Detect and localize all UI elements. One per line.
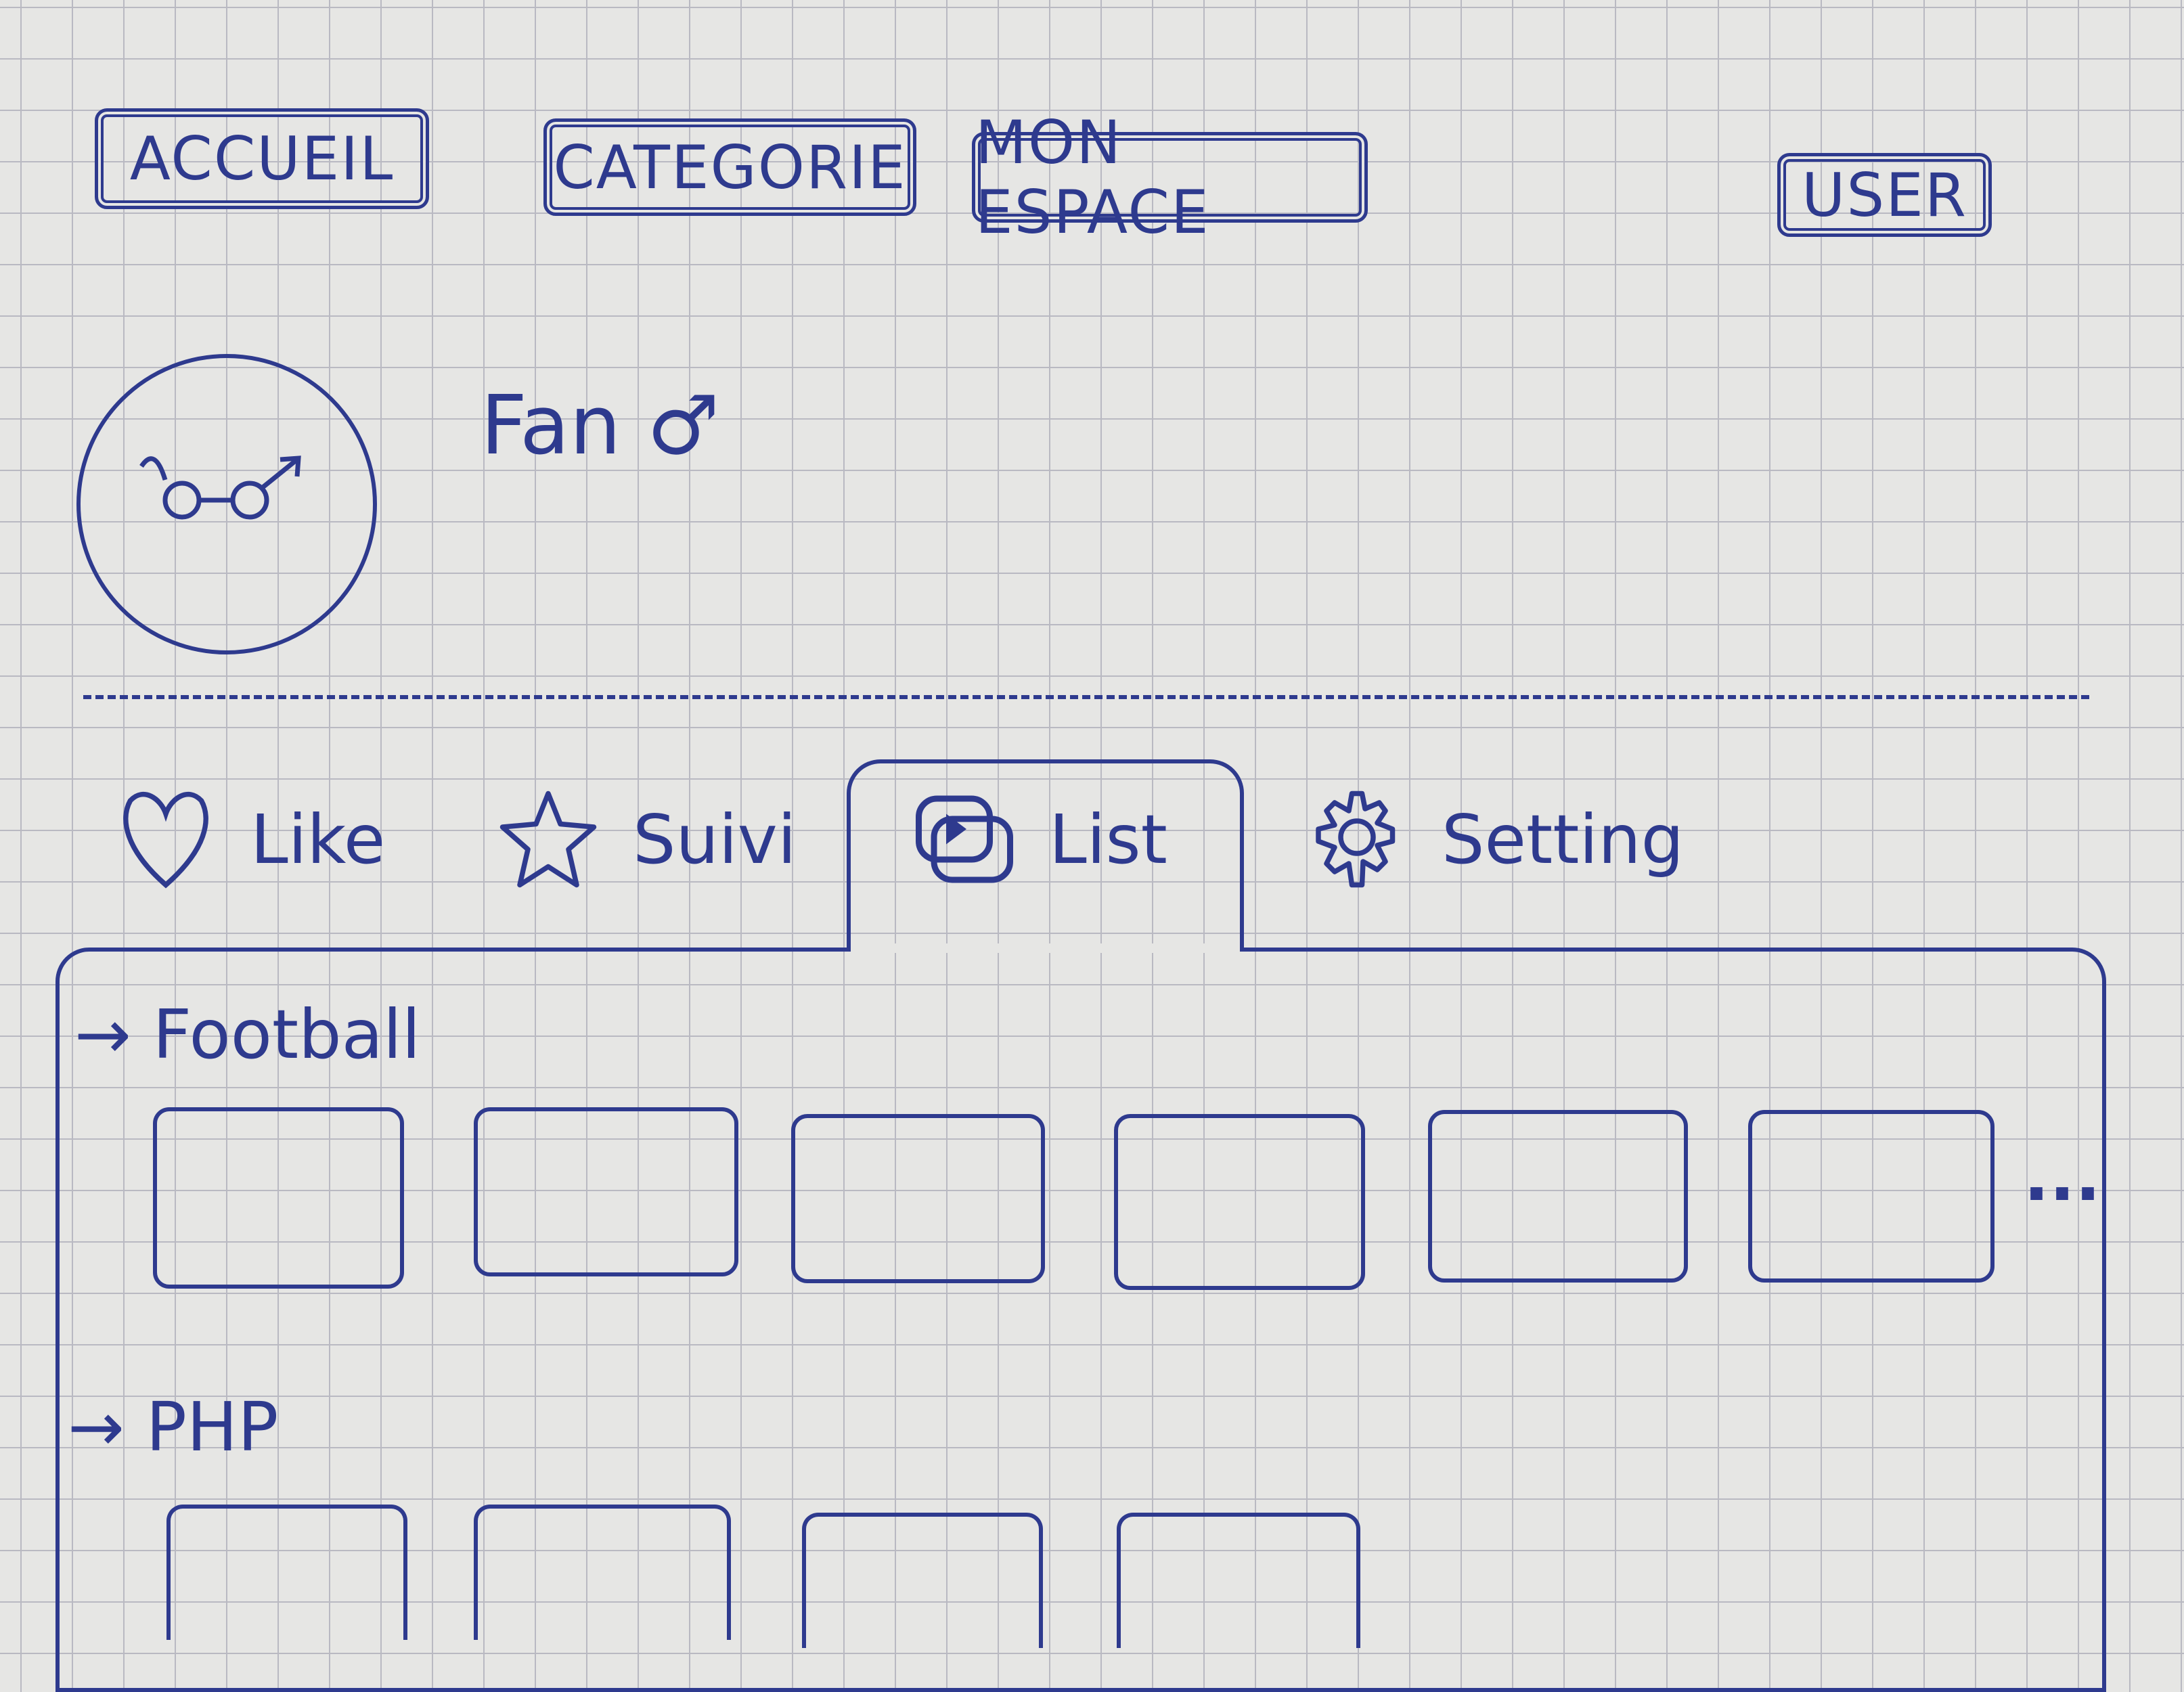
tab-suivi[interactable]: Suivi: [497, 778, 797, 900]
tab-list-label: List: [1049, 799, 1167, 879]
nav-categorie[interactable]: CATEGORIE: [543, 118, 916, 216]
profile-name: Fan ♂: [481, 379, 720, 473]
football-card-2[interactable]: [474, 1107, 738, 1276]
more-ellipsis[interactable]: ...: [2024, 1137, 2101, 1216]
star-icon: [499, 791, 597, 888]
tab-setting-label: Setting: [1442, 799, 1685, 879]
heart-icon: [123, 791, 208, 889]
tab-list[interactable]: List: [914, 778, 1167, 900]
football-card-3[interactable]: [791, 1114, 1045, 1283]
avatar-male-symbol-icon: [139, 455, 301, 520]
section-title-php: → PHP: [68, 1387, 279, 1467]
football-card-6[interactable]: [1748, 1110, 1994, 1283]
php-card-2[interactable]: [474, 1505, 731, 1640]
divider: [83, 695, 2089, 699]
user-menu-button[interactable]: USER: [1777, 153, 1992, 237]
tab-setting[interactable]: Setting: [1306, 778, 1684, 900]
tab-like-label: Like: [250, 799, 386, 879]
gear-icon: [1316, 791, 1396, 888]
tab-like[interactable]: Like: [115, 778, 385, 900]
nav-accueil[interactable]: ACCUEIL: [95, 108, 429, 209]
football-card-4[interactable]: [1114, 1114, 1365, 1290]
avatar: [76, 354, 377, 654]
php-card-3[interactable]: [802, 1513, 1043, 1648]
football-card-1[interactable]: [153, 1107, 404, 1289]
football-card-5[interactable]: [1428, 1110, 1688, 1283]
tab-suivi-label: Suivi: [633, 799, 797, 879]
php-card-4[interactable]: [1117, 1513, 1360, 1648]
section-title-football: → Football: [74, 995, 421, 1074]
php-card-1[interactable]: [166, 1505, 407, 1640]
nav-mon-espace[interactable]: MON ESPACE: [972, 108, 1368, 247]
video-playlist-icon: [916, 795, 1013, 883]
